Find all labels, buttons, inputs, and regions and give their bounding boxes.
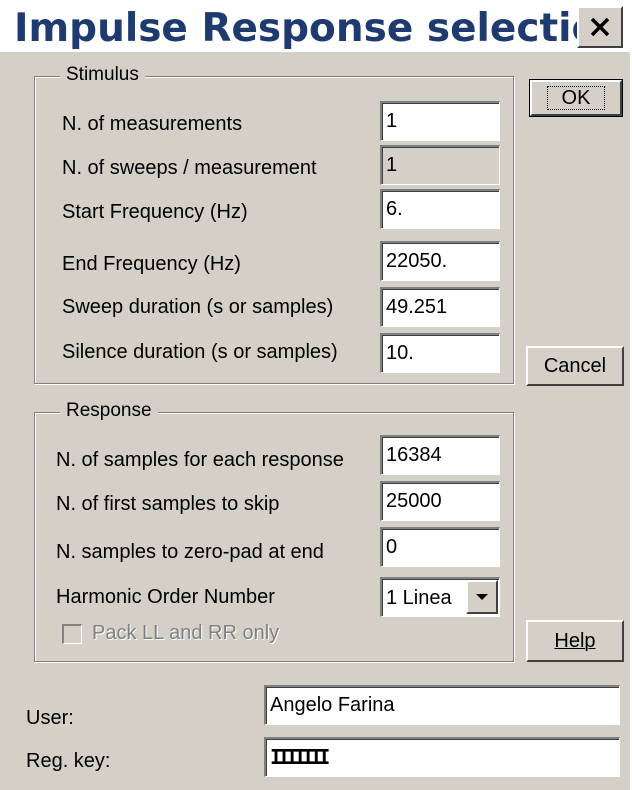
sweeps-per-measurement-label: N. of sweeps / measurement — [62, 157, 317, 179]
zero-pad-label: N. samples to zero-pad at end — [56, 541, 324, 563]
stimulus-legend: Stimulus — [60, 64, 145, 86]
response-legend: Response — [60, 400, 158, 422]
reg-key-field[interactable]: IIIIIII — [264, 737, 620, 777]
start-frequency-label: Start Frequency (Hz) — [62, 201, 248, 223]
chevron-down-icon — [476, 594, 488, 600]
dropdown-arrow-button[interactable] — [466, 580, 498, 614]
sweep-duration-label: Sweep duration (s or samples) — [62, 296, 334, 318]
harmonic-order-select[interactable]: 1 Linea — [380, 577, 500, 617]
silence-duration-field[interactable] — [380, 333, 500, 373]
window-title: Impulse Response selection — [14, 6, 627, 51]
help-button[interactable]: Help — [526, 620, 624, 662]
impulse-response-dialog: Impulse Response selection Stimulus N. o… — [0, 0, 630, 790]
cancel-button[interactable]: Cancel — [526, 346, 624, 386]
samples-per-response-label: N. of samples for each response — [56, 449, 344, 471]
title-bar[interactable]: Impulse Response selection — [0, 0, 630, 52]
sweep-duration-field[interactable] — [380, 287, 500, 327]
ok-button[interactable]: OK — [529, 79, 623, 117]
start-frequency-field[interactable] — [380, 189, 500, 229]
samples-per-response-field[interactable] — [380, 435, 500, 475]
harmonic-order-label: Harmonic Order Number — [56, 586, 275, 608]
reg-key-value: IIIIIII — [270, 745, 330, 769]
pack-ll-rr-label: Pack LL and RR only — [92, 622, 280, 644]
help-button-label: Help — [554, 629, 596, 652]
silence-duration-label: Silence duration (s or samples) — [62, 341, 338, 363]
pack-ll-rr-checkbox — [62, 624, 82, 644]
sweeps-per-measurement-field — [380, 145, 500, 185]
end-frequency-label: End Frequency (Hz) — [62, 253, 241, 275]
cancel-button-label: Cancel — [543, 354, 607, 377]
harmonic-order-value: 1 Linea — [386, 587, 452, 609]
close-button[interactable] — [577, 6, 623, 48]
user-field[interactable] — [264, 685, 620, 725]
close-icon — [590, 17, 610, 37]
samples-to-skip-field[interactable] — [380, 481, 500, 521]
ok-button-label: OK — [546, 86, 606, 110]
measurements-label: N. of measurements — [62, 113, 243, 135]
measurements-field[interactable] — [380, 101, 500, 141]
reg-key-label: Reg. key: — [26, 750, 111, 772]
user-label: User: — [26, 707, 74, 729]
zero-pad-field[interactable] — [380, 527, 500, 567]
end-frequency-field[interactable] — [380, 241, 500, 281]
samples-to-skip-label: N. of first samples to skip — [56, 493, 280, 515]
